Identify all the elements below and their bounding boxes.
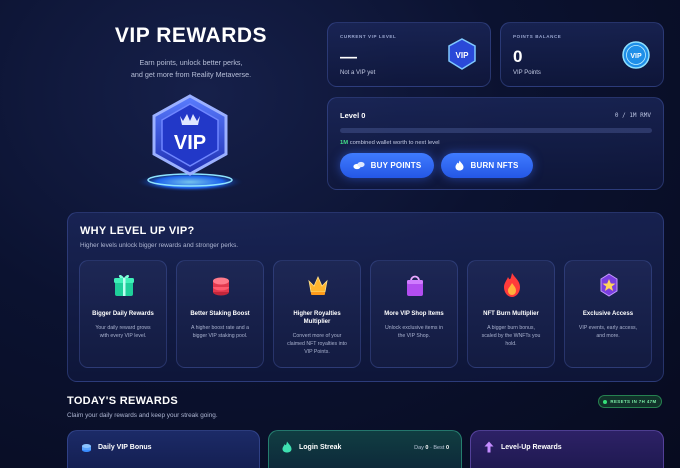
streak-day-label: Day [414, 445, 424, 451]
todays-rewards-title: TODAY'S REWARDS [67, 395, 179, 407]
perk-desc-line: claimed NFT royalties into [287, 341, 347, 347]
why-level-up-title: WHY LEVEL UP VIP? [80, 225, 195, 237]
perk-desc-line: Unlock exclusive items in [385, 325, 443, 331]
crown-icon [308, 276, 328, 295]
hero-subtitle-line-2: and get more from Reality Metaverse. [130, 70, 252, 79]
daily-vip-bonus-title: Daily VIP Bonus [98, 444, 152, 451]
vip-shield-icon: VIP [448, 38, 476, 70]
perk-desc-line: bigger VIP staking pool. [192, 333, 248, 339]
vip-shield-icon-text: VIP [456, 51, 470, 60]
perk-title: Higher Royalties Multiplier [278, 310, 356, 326]
perk-title: More VIP Shop Items [384, 311, 444, 317]
perk-card-nft-burn: NFT Burn Multiplier A bigger burn bonus,… [467, 260, 555, 368]
current-vip-level-label: CURRENT VIP LEVEL [340, 34, 397, 39]
level-title: Level 0 [340, 111, 366, 120]
level-hint-text: combined wallet worth to next level [349, 140, 440, 146]
streak-day-value: 0 [425, 445, 429, 451]
perk-desc-line: hold. [505, 341, 517, 347]
level-progress-card: Level 0 0 / 1M RMV 1M combined wallet wo… [327, 97, 664, 190]
level-progress-bar [340, 128, 652, 133]
perk-card-vip-shop: More VIP Shop Items Unlock exclusive ite… [370, 260, 458, 368]
points-balance-note: VIP Points [513, 70, 541, 76]
current-vip-level-card: CURRENT VIP LEVEL — Not a VIP yet VIP [327, 22, 491, 87]
shopping-bag-icon [407, 275, 423, 296]
login-streak-title: Login Streak [299, 444, 342, 451]
perk-desc-line: with every VIP level. [99, 333, 147, 339]
current-vip-level-note: Not a VIP yet [340, 70, 376, 76]
vip-badge-icon: VIP [135, 94, 245, 192]
buy-points-label: BUY POINTS [370, 161, 422, 170]
perk-title-line: Higher Royalties [293, 311, 341, 317]
gift-icon [114, 274, 134, 296]
perk-desc: A higher boost rate and a bigger VIP sta… [185, 324, 255, 340]
perk-desc-line: Convert more of your [292, 333, 342, 339]
streak-stats: Day 0 · Best 0 [414, 445, 449, 451]
perk-title: NFT Burn Multiplier [483, 311, 539, 317]
coins-icon [353, 161, 365, 170]
vip-coin-icon-text: VIP [630, 53, 642, 60]
current-vip-level-value: — [340, 47, 357, 66]
points-balance-value: 0 [513, 47, 523, 66]
hero-subtitle: Earn points, unlock better perks, and ge… [90, 57, 292, 81]
hero-subtitle-line-1: Earn points, unlock better perks, [139, 58, 243, 67]
points-balance-card: POINTS BALANCE 0 VIP Points VIP [500, 22, 664, 87]
reset-timer-badge: RESETS IN 7H 47M [598, 395, 662, 408]
level-progress-text: 0 / 1M RMV [614, 112, 651, 119]
perk-desc-line: Your daily reward grows [95, 325, 151, 331]
perk-card-staking-boost: Better Staking Boost A higher boost rate… [176, 260, 264, 368]
perk-desc-line: the VIP Shop. [398, 333, 430, 339]
perk-desc-line: VIP Points. [304, 349, 330, 355]
reset-timer-text: RESETS IN 7H 47M [610, 399, 657, 404]
perk-title: Bigger Daily Rewards [92, 311, 154, 317]
streak-separator: · [430, 445, 432, 451]
level-hint: 1M combined wallet worth to next level [340, 140, 440, 146]
perk-desc: Convert more of your claimed NFT royalti… [282, 332, 352, 356]
perk-title: Exclusive Access [582, 311, 634, 317]
perk-desc-line: VIP events, early access, [578, 325, 638, 331]
vip-coin-icon: VIP [622, 41, 650, 69]
level-up-rewards-card: Level-Up Rewards [470, 430, 664, 468]
level-up-rewards-title: Level-Up Rewards [501, 444, 562, 451]
streak-best-value: 0 [445, 445, 449, 451]
perk-card-royalties-multiplier: Higher Royalties Multiplier Convert more… [273, 260, 361, 368]
burn-nfts-label: BURN NFTS [470, 161, 519, 170]
perk-desc: VIP events, early access, and more. [573, 324, 643, 340]
vip-hero-badge-text: VIP [174, 132, 206, 154]
login-streak-card: Login Streak Day 0 · Best 0 [268, 430, 462, 468]
arrow-up-icon [484, 441, 494, 453]
perk-desc-line: and more. [596, 333, 620, 339]
perk-card-daily-rewards: Bigger Daily Rewards Your daily reward g… [79, 260, 167, 368]
live-dot-icon [603, 399, 608, 404]
perk-desc-line: scaled by the WNFTs you [481, 333, 541, 339]
perk-desc: Your daily reward grows with every VIP l… [88, 324, 158, 340]
perk-title-line: Multiplier [303, 319, 331, 325]
perk-desc: Unlock exclusive items in the VIP Shop. [379, 324, 449, 340]
burn-nfts-button[interactable]: BURN NFTS [441, 153, 533, 178]
daily-vip-bonus-card: Daily VIP Bonus [67, 430, 260, 468]
why-level-up-subtitle: Higher levels unlock bigger rewards and … [80, 242, 239, 249]
flame-icon [504, 273, 520, 297]
perk-desc: A bigger burn bonus, scaled by the WNFTs… [476, 324, 546, 348]
points-balance-label: POINTS BALANCE [513, 34, 562, 39]
vip-hero-badge: VIP [130, 90, 250, 195]
level-hint-amount: 1M [340, 140, 349, 146]
streak-best-label: Best [433, 445, 445, 451]
page-title: VIP REWARDS [114, 24, 268, 47]
flame-icon [282, 441, 292, 453]
perk-card-exclusive-access: Exclusive Access VIP events, early acces… [564, 260, 652, 368]
perk-desc-line: A higher boost rate and a [191, 325, 249, 331]
buy-points-button[interactable]: BUY POINTS [340, 153, 434, 178]
star-badge-icon [600, 273, 618, 297]
perk-desc-line: A bigger burn bonus, [487, 325, 535, 331]
coins-stack-icon [213, 277, 229, 296]
perk-title: Better Staking Boost [190, 311, 250, 317]
todays-rewards-subtitle: Claim your daily rewards and keep your s… [67, 412, 218, 419]
flame-icon [455, 160, 464, 171]
coins-stack-icon [82, 444, 91, 452]
